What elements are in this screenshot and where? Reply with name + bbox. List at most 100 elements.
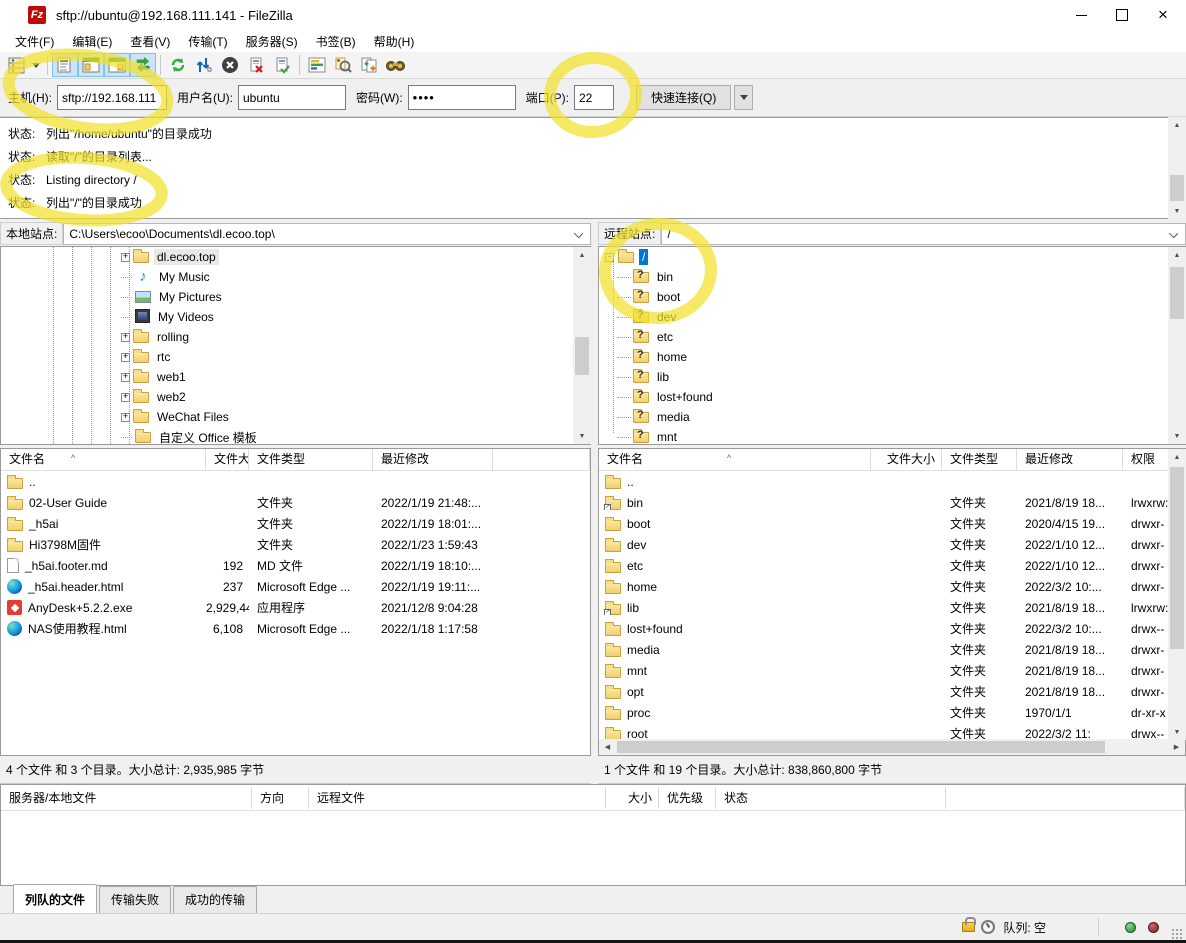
- refresh-icon[interactable]: [165, 53, 191, 77]
- file-row-mnt[interactable]: mnt文件夹2021/8/19 18...drwxr-: [599, 660, 1169, 681]
- scrollbar-thumb[interactable]: [1170, 467, 1184, 649]
- search-icon[interactable]: [382, 53, 408, 77]
- filter-icon[interactable]: [304, 53, 330, 77]
- expander-icon[interactable]: +: [121, 253, 130, 262]
- tab-queued-files[interactable]: 列队的文件: [13, 884, 97, 913]
- file-row-NAS____.html[interactable]: NAS使用教程.html6,108Microsoft Edge ...2022/…: [1, 618, 590, 639]
- file-row-_h5ai.footer.md[interactable]: _h5ai.footer.md192MD 文件2022/1/19 18:10:.…: [1, 555, 590, 576]
- scrollbar-thumb[interactable]: [575, 337, 589, 375]
- queue-column-status[interactable]: 状态: [716, 787, 946, 809]
- menu-item-edit[interactable]: 编辑(E): [63, 31, 121, 52]
- file-row-lost+found[interactable]: lost+found文件夹2022/3/2 10:...drwx--: [599, 618, 1169, 639]
- tree-item-wechat-files[interactable]: +WeChat Files: [1, 407, 590, 427]
- remote-list-hscrollbar[interactable]: [599, 739, 1185, 755]
- scroll-up-icon[interactable]: [573, 247, 591, 263]
- tree-item-web2[interactable]: +web2: [1, 387, 590, 407]
- queue-column-server-local-file[interactable]: 服务器/本地文件: [1, 787, 252, 809]
- host-input[interactable]: [57, 85, 167, 110]
- tree-item-lost+found[interactable]: ?lost+found: [599, 387, 1185, 407]
- expander-icon[interactable]: +: [121, 393, 130, 402]
- tree-item-web1[interactable]: +web1: [1, 367, 590, 387]
- file-row-proc[interactable]: proc文件夹1970/1/1dr-xr-x: [599, 702, 1169, 723]
- file-row-bin[interactable]: ↗bin文件夹2021/8/19 18...lrwxrw:: [599, 492, 1169, 513]
- column-header-filetype[interactable]: 文件类型: [942, 449, 1017, 470]
- scrollbar-thumb[interactable]: [1170, 175, 1184, 201]
- column-header-filetype[interactable]: 文件类型: [249, 449, 373, 470]
- column-header-permissions[interactable]: 权限: [1123, 449, 1169, 470]
- process-queue-icon[interactable]: [191, 53, 217, 77]
- toggle-local-tree-icon[interactable]: [78, 53, 104, 77]
- scroll-up-icon[interactable]: [1168, 117, 1186, 133]
- log-scrollbar[interactable]: [1168, 117, 1186, 219]
- menu-item-server[interactable]: 服务器(S): [237, 31, 307, 52]
- tree-item-rtc[interactable]: +rtc: [1, 347, 590, 367]
- file-row-..[interactable]: ..: [1, 471, 590, 492]
- scroll-up-icon[interactable]: [1168, 449, 1186, 465]
- quickconnect-dropdown-icon[interactable]: [734, 85, 753, 110]
- file-row-dev[interactable]: dev文件夹2022/1/10 12...drwxr-: [599, 534, 1169, 555]
- tree-item-lib[interactable]: ?lib: [599, 367, 1185, 387]
- expander-icon[interactable]: -: [605, 253, 614, 262]
- tree-item-root[interactable]: -/: [599, 247, 1185, 267]
- toggle-transfer-queue-icon[interactable]: [130, 53, 156, 77]
- remote-tree-scrollbar[interactable]: [1168, 247, 1186, 444]
- file-row-AnyDesk+5.2.2.exe[interactable]: AnyDesk+5.2.2.exe2,929,448应用程序2021/12/8 …: [1, 597, 590, 618]
- minimize-button[interactable]: [1064, 0, 1098, 30]
- queue-column-priority[interactable]: 优先级: [659, 787, 716, 809]
- menu-item-transfer[interactable]: 传输(T): [179, 31, 236, 52]
- tree-item-bin[interactable]: ?bin: [599, 267, 1185, 287]
- tree-item-etc[interactable]: ?etc: [599, 327, 1185, 347]
- tree-item-home[interactable]: ?home: [599, 347, 1185, 367]
- queue-column-size[interactable]: 大小: [606, 787, 659, 809]
- scroll-up-icon[interactable]: [1168, 247, 1186, 263]
- local-tree-scrollbar[interactable]: [573, 247, 591, 444]
- tree-item-my-music[interactable]: My Music: [1, 267, 590, 287]
- column-header-filesize[interactable]: 文件大小: [871, 449, 942, 470]
- expander-icon[interactable]: +: [121, 413, 130, 422]
- file-row-_h5ai.header.html[interactable]: _h5ai.header.html237Microsoft Edge ...20…: [1, 576, 590, 597]
- scrollbar-thumb[interactable]: [1170, 267, 1184, 319]
- toggle-remote-tree-icon[interactable]: [104, 53, 130, 77]
- failed-transfers-icon[interactable]: [243, 53, 269, 77]
- password-input[interactable]: [408, 85, 516, 110]
- column-header-filesize[interactable]: 文件大小: [206, 449, 249, 470]
- tree-item-dl.ecoo.top[interactable]: +dl.ecoo.top: [1, 247, 590, 267]
- quickconnect-button[interactable]: 快速连接(Q): [636, 85, 731, 110]
- column-header-filename[interactable]: 文件名^: [1, 449, 206, 470]
- chevron-down-icon[interactable]: [574, 228, 583, 237]
- site-manager-dropdown-icon[interactable]: [29, 53, 43, 77]
- cancel-icon[interactable]: [217, 53, 243, 77]
- menu-item-bookmarks[interactable]: 书签(B): [307, 31, 365, 52]
- scroll-down-icon[interactable]: [1168, 203, 1186, 219]
- menu-item-view[interactable]: 查看(V): [121, 31, 179, 52]
- file-row-home[interactable]: home文件夹2022/3/2 10:...drwxr-: [599, 576, 1169, 597]
- username-input[interactable]: [238, 85, 346, 110]
- tree-item-自定义-office-模板[interactable]: 自定义 Office 模板: [1, 427, 590, 445]
- file-row-..[interactable]: ..: [599, 471, 1169, 492]
- file-row-lib[interactable]: ↗lib文件夹2021/8/19 18...lrwxrw:: [599, 597, 1169, 618]
- file-row-_h5ai[interactable]: _h5ai文件夹2022/1/19 18:01:...: [1, 513, 590, 534]
- resize-grip[interactable]: [1171, 928, 1183, 940]
- scroll-down-icon[interactable]: [573, 428, 591, 444]
- column-header-modified[interactable]: 最近修改: [373, 449, 493, 470]
- queue-column-direction[interactable]: 方向: [252, 787, 309, 809]
- expander-icon[interactable]: +: [121, 353, 130, 362]
- expander-icon[interactable]: +: [121, 333, 130, 342]
- remote-list-scrollbar[interactable]: [1168, 449, 1186, 740]
- menu-item-help[interactable]: 帮助(H): [365, 31, 424, 52]
- scroll-right-icon[interactable]: [1168, 739, 1185, 755]
- port-input[interactable]: [574, 85, 614, 110]
- maximize-button[interactable]: [1105, 0, 1139, 30]
- site-manager-icon[interactable]: [3, 53, 29, 77]
- remote-site-combo[interactable]: /: [661, 223, 1186, 245]
- tree-item-mnt[interactable]: ?mnt: [599, 427, 1185, 445]
- tree-item-boot[interactable]: ?boot: [599, 287, 1185, 307]
- scroll-down-icon[interactable]: [1168, 724, 1186, 740]
- tree-item-my-videos[interactable]: My Videos: [1, 307, 590, 327]
- tree-item-dev[interactable]: ?dev: [599, 307, 1185, 327]
- local-site-combo[interactable]: C:\Users\ecoo\Documents\dl.ecoo.top\: [63, 223, 591, 245]
- file-row-opt[interactable]: opt文件夹2021/8/19 18...drwxr-: [599, 681, 1169, 702]
- chevron-down-icon[interactable]: [1169, 228, 1178, 237]
- file-row-Hi3798M__[interactable]: Hi3798M固件文件夹2022/1/23 1:59:43: [1, 534, 590, 555]
- close-button[interactable]: [1146, 0, 1180, 30]
